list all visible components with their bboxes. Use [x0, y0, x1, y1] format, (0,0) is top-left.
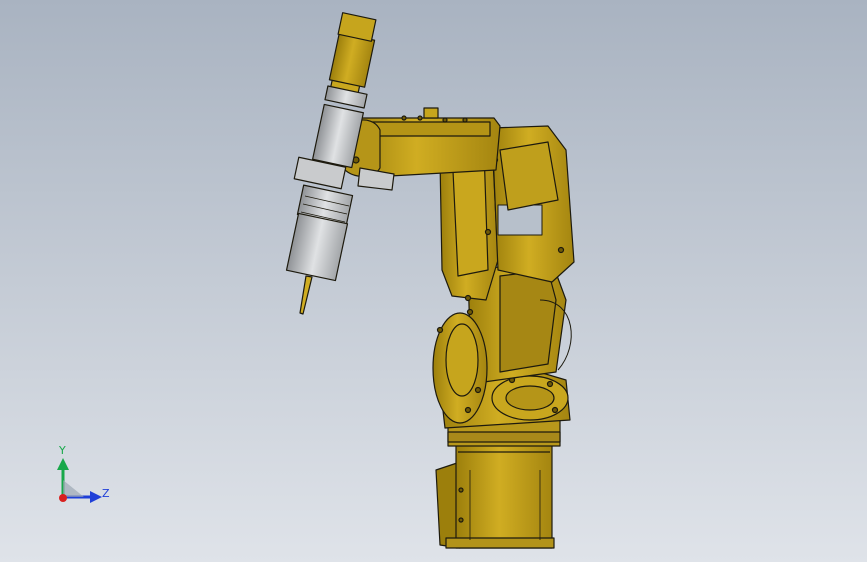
graphics-viewport[interactable]: Y Z	[0, 0, 867, 562]
axis-z-label: Z	[102, 487, 110, 500]
robot-arm-model[interactable]	[0, 0, 867, 562]
axis-y-label: Y	[59, 444, 66, 457]
robot-base[interactable]	[435, 443, 555, 549]
